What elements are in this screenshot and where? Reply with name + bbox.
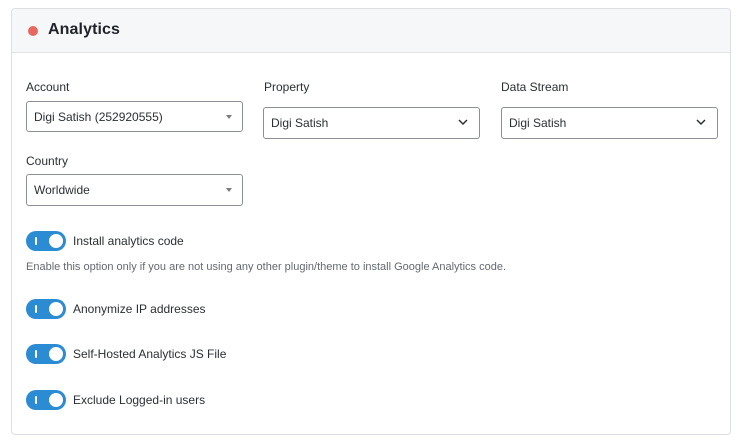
toggle-knob xyxy=(49,234,63,248)
toggle-on-icon xyxy=(35,237,37,245)
anonymize-ip-toggle[interactable] xyxy=(26,299,66,319)
install-analytics-help: Enable this option only if you are not u… xyxy=(26,261,507,273)
toggle-knob xyxy=(49,347,63,361)
country-label: Country xyxy=(26,154,69,168)
toggle-on-icon xyxy=(35,350,37,358)
account-select-value: Digi Satish (252920555) xyxy=(34,109,163,124)
property-select-value: Digi Satish xyxy=(271,116,329,130)
property-label: Property xyxy=(264,80,310,94)
chevron-down-icon xyxy=(458,119,468,126)
panel-title: Analytics xyxy=(48,21,121,38)
self-hosted-js-label: Self-Hosted Analytics JS File xyxy=(73,347,227,361)
toggle-on-icon xyxy=(35,396,37,404)
country-select-value: Worldwide xyxy=(34,183,90,197)
install-analytics-toggle[interactable] xyxy=(26,231,66,251)
caret-down-icon xyxy=(226,114,232,119)
country-select[interactable]: Worldwide xyxy=(26,174,243,206)
toggle-on-icon xyxy=(35,305,37,313)
toggle-knob xyxy=(49,302,63,316)
account-label: Account xyxy=(26,80,70,94)
self-hosted-js-toggle[interactable] xyxy=(26,344,66,364)
exclude-logged-in-label: Exclude Logged-in users xyxy=(73,393,206,407)
exclude-logged-in-toggle[interactable] xyxy=(26,390,66,410)
analytics-panel: Analytics xyxy=(11,8,731,435)
caret-down-icon xyxy=(226,188,232,192)
property-select[interactable]: Digi Satish xyxy=(263,107,480,139)
status-dot-icon xyxy=(28,26,38,36)
data-stream-select-value: Digi Satish xyxy=(509,116,567,130)
data-stream-label: Data Stream xyxy=(501,80,569,94)
anonymize-ip-label: Anonymize IP addresses xyxy=(73,302,206,316)
chevron-down-icon xyxy=(696,119,706,126)
panel-header: Analytics xyxy=(12,9,730,53)
install-analytics-label: Install analytics code xyxy=(73,234,184,248)
data-stream-select[interactable]: Digi Satish xyxy=(501,107,718,139)
toggle-knob xyxy=(49,393,63,407)
account-select[interactable]: Digi Satish (252920555) xyxy=(26,101,243,132)
